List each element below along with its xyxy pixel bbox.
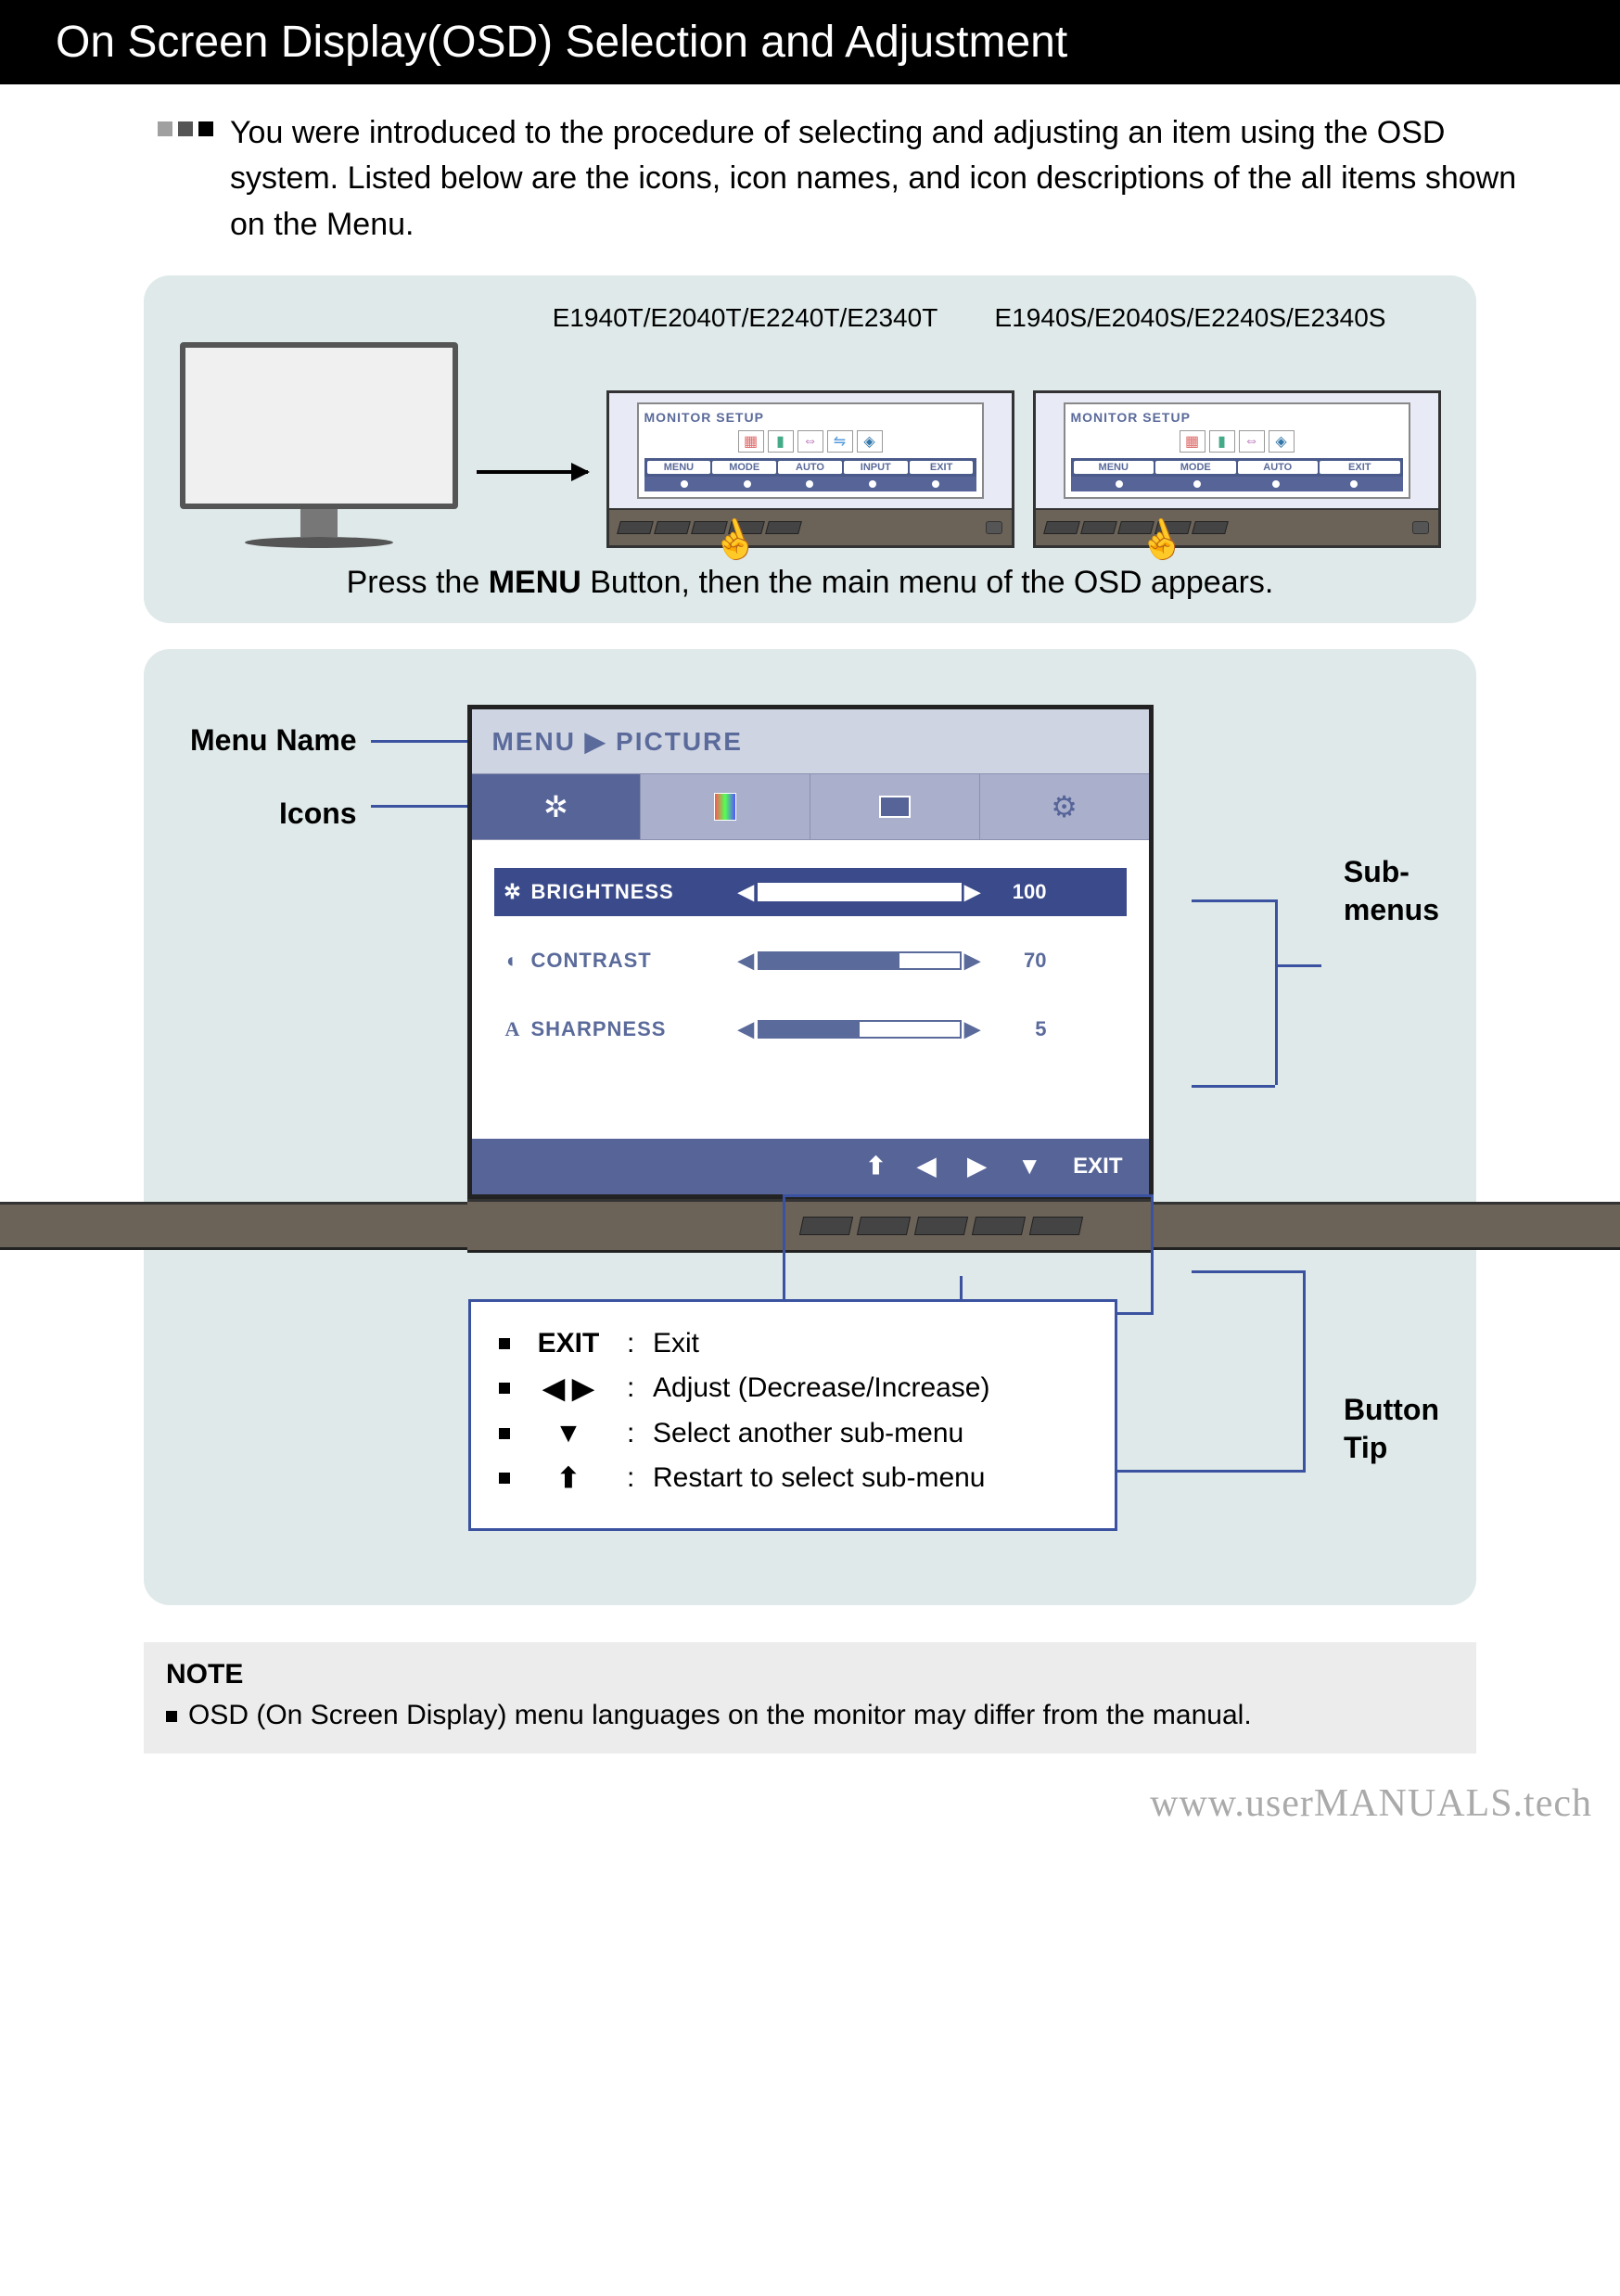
watermark: www.userMANUALS.tech xyxy=(0,1772,1620,1826)
model-s-label: E1940S/E2040S/E2240S/E2340S xyxy=(987,303,1395,333)
highlight-frame-buttons xyxy=(783,1194,1154,1315)
osd-header: MENU ▶ PICTURE xyxy=(472,709,1149,773)
power-button-icon xyxy=(1412,521,1429,534)
submenu-contrast[interactable]: ◐ CONTRAST ◀ ▶ 70 xyxy=(494,937,1127,985)
page-title: On Screen Display(OSD) Selection and Adj… xyxy=(0,0,1620,84)
power-button-icon xyxy=(986,521,1002,534)
brightness-icon: ✲ xyxy=(494,880,531,904)
intro-row: You were introduced to the procedure of … xyxy=(0,84,1620,266)
label-button-tip-2: Tip xyxy=(1344,1429,1439,1468)
panel-step1: E1940T/E2040T/E2240T/E2340T E1940S/E2040… xyxy=(144,275,1476,623)
sharpness-icon: A xyxy=(494,1017,531,1041)
note-box: NOTE OSD (On Screen Display) menu langua… xyxy=(144,1642,1476,1754)
increase-icon[interactable]: ▶ xyxy=(962,949,984,973)
osd-footer: ⬆ ◀ ▶ ▼ EXIT xyxy=(472,1139,1149,1194)
nav-exit-label[interactable]: EXIT xyxy=(1073,1154,1122,1180)
power-icon[interactable] xyxy=(1363,1217,1385,1239)
nav-up-icon[interactable]: ⬆ xyxy=(866,1152,887,1180)
tab-color[interactable] xyxy=(641,774,810,839)
decrease-icon[interactable]: ◀ xyxy=(735,1017,758,1041)
bullet-icons xyxy=(158,121,213,136)
monitor-s-zoom: MONITOR SETUP ▦▮⇔◈ MENU MODE AUTO EXIT xyxy=(1033,390,1441,548)
decrease-icon[interactable]: ◀ xyxy=(735,949,758,973)
osd-window: MENU ▶ PICTURE ✲ ⚙ ✲ BRIGHTNESS ◀ ▶ 100 xyxy=(467,705,1154,1199)
osd-submenu-area: ✲ BRIGHTNESS ◀ ▶ 100 ◐ CONTRAST ◀ ▶ 70 xyxy=(472,840,1149,1139)
contrast-icon: ◐ xyxy=(494,949,531,973)
label-button-tip-1: Button xyxy=(1344,1391,1439,1430)
osd-tabs: ✲ ⚙ xyxy=(472,773,1149,840)
increase-icon[interactable]: ▶ xyxy=(962,880,984,904)
monitor-small-illustration xyxy=(180,342,458,548)
model-t-label: E1940T/E2040T/E2240T/E2340T xyxy=(542,303,950,333)
tip-row: ▼ : Select another sub-menu xyxy=(499,1418,1087,1449)
monitor-t-zoom: MONITOR SETUP ▦▮⇔⇋◈ MENU MODE AUTO INPUT… xyxy=(606,390,1014,548)
tip-row: EXIT : Exit xyxy=(499,1328,1087,1359)
intro-text: You were introduced to the procedure of … xyxy=(230,110,1546,248)
press-instruction: Press the MENU Button, then the main men… xyxy=(172,565,1448,601)
nav-right-icon[interactable]: ▶ xyxy=(967,1152,986,1180)
label-submenus-1: Sub- xyxy=(1344,853,1439,892)
arrow-right-icon xyxy=(477,470,588,474)
label-icons: Icons xyxy=(190,797,357,831)
note-text: OSD (On Screen Display) menu languages o… xyxy=(188,1700,1252,1731)
tab-display[interactable] xyxy=(810,774,980,839)
nav-down-icon[interactable]: ▼ xyxy=(1017,1152,1041,1180)
tab-settings[interactable]: ⚙ xyxy=(980,774,1149,839)
panel-osd-detail: Menu Name Icons Sub- menus Button Tip ME… xyxy=(144,649,1476,1605)
label-submenus-2: menus xyxy=(1344,891,1439,930)
nav-left-icon[interactable]: ◀ xyxy=(917,1152,936,1180)
decrease-icon[interactable]: ◀ xyxy=(735,880,758,904)
tip-row: ◀ ▶ : Adjust (Decrease/Increase) xyxy=(499,1372,1087,1405)
submenu-brightness[interactable]: ✲ BRIGHTNESS ◀ ▶ 100 xyxy=(494,868,1127,916)
submenu-sharpness[interactable]: A SHARPNESS ◀ ▶ 5 xyxy=(494,1005,1127,1053)
tip-row: ⬆ : Restart to select sub-menu xyxy=(499,1462,1087,1495)
note-title: NOTE xyxy=(166,1659,1454,1690)
mini-osd-title: MONITOR SETUP xyxy=(644,410,976,425)
tab-picture[interactable]: ✲ xyxy=(472,774,642,839)
increase-icon[interactable]: ▶ xyxy=(962,1017,984,1041)
label-menu-name: Menu Name xyxy=(190,723,357,758)
button-tip-box: EXIT : Exit ◀ ▶ : Adjust (Decrease/Incre… xyxy=(468,1299,1117,1531)
